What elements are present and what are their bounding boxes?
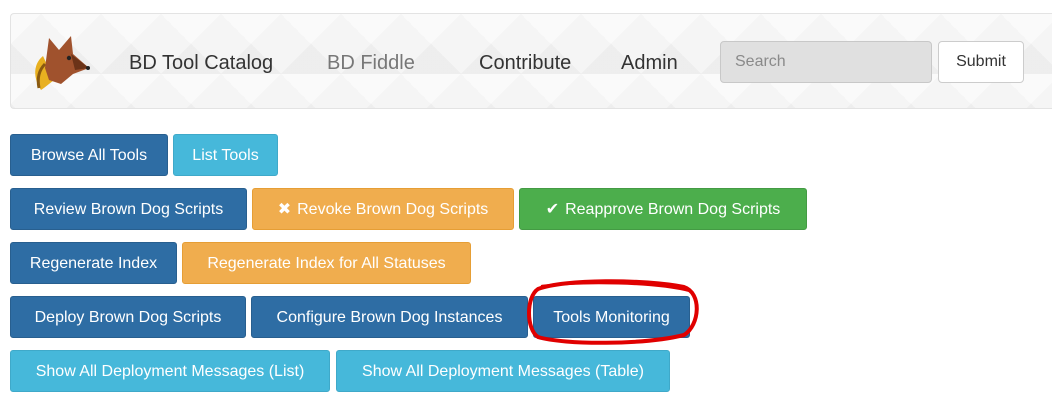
browse-all-tools-button[interactable]: Browse All Tools xyxy=(10,134,168,176)
checkmark-icon: ✔ xyxy=(545,201,560,218)
review-scripts-button[interactable]: Review Brown Dog Scripts xyxy=(10,188,247,230)
deploy-scripts-button[interactable]: Deploy Brown Dog Scripts xyxy=(10,296,246,338)
nav-contribute[interactable]: Contribute xyxy=(479,52,571,74)
regenerate-index-all-button[interactable]: Regenerate Index for All Statuses xyxy=(182,242,471,284)
navbar: BD Tool Catalog BD Fiddle Contribute Adm… xyxy=(10,13,1052,109)
search-input[interactable] xyxy=(720,41,932,83)
nav-admin[interactable]: Admin xyxy=(621,52,678,74)
reapprove-scripts-button[interactable]: ✔ Reapprove Brown Dog Scripts xyxy=(519,188,807,230)
nav-bd-fiddle[interactable]: BD Fiddle xyxy=(327,52,415,74)
configure-instances-button[interactable]: Configure Brown Dog Instances xyxy=(251,296,528,338)
revoke-scripts-button[interactable]: ✖ Revoke Brown Dog Scripts xyxy=(252,188,514,230)
regenerate-index-button[interactable]: Regenerate Index xyxy=(10,242,177,284)
tools-monitoring-button[interactable]: Tools Monitoring xyxy=(533,296,690,338)
submit-button[interactable]: Submit xyxy=(938,41,1024,83)
list-tools-button[interactable]: List Tools xyxy=(173,134,278,176)
x-icon: ✖ xyxy=(277,201,292,218)
reapprove-scripts-label: Reapprove Brown Dog Scripts xyxy=(565,201,781,218)
fox-logo-icon[interactable] xyxy=(27,28,93,94)
nav-bd-tool-catalog[interactable]: BD Tool Catalog xyxy=(129,52,273,74)
revoke-scripts-label: Revoke Brown Dog Scripts xyxy=(297,201,489,218)
